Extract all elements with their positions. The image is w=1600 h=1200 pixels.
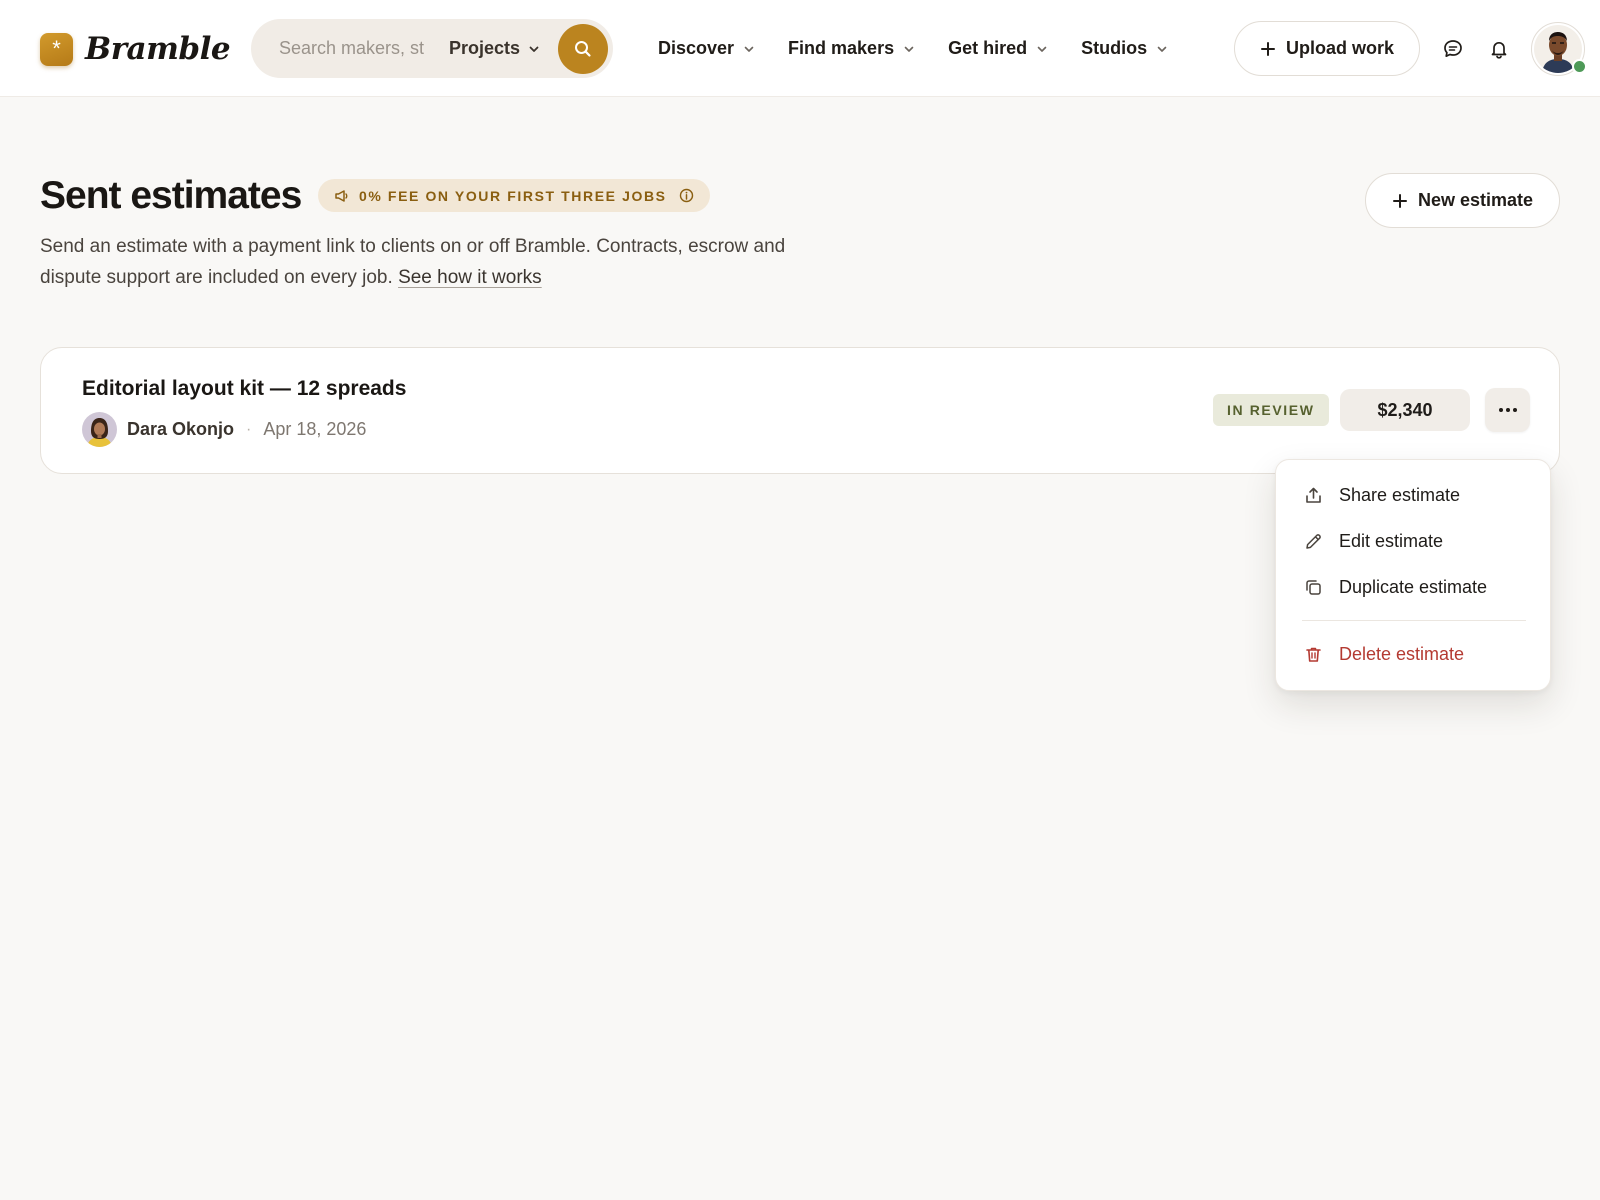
menu-item-label: Delete estimate (1339, 643, 1465, 664)
nav-label: Studios (1081, 38, 1148, 58)
promo-text: 0% FEE ON YOUR FIRST THREE JOBS (359, 187, 667, 204)
promo-badge: 0% FEE ON YOUR FIRST THREE JOBS (318, 179, 710, 212)
plus-icon (1392, 193, 1407, 208)
chevron-down-icon (1037, 46, 1047, 52)
brand-logo[interactable]: * Bramble (40, 31, 231, 67)
info-icon[interactable] (679, 188, 694, 203)
new-estimate-button[interactable]: New estimate (1365, 173, 1560, 228)
chevron-down-icon (904, 46, 914, 52)
search-icon (575, 41, 591, 57)
chat-icon (1444, 40, 1462, 58)
search-scope-label: Projects (449, 38, 521, 58)
estimate-amount: $2,340 (1340, 389, 1470, 431)
brand-name: Bramble (85, 31, 231, 67)
search-bar: Projects (251, 19, 613, 78)
nav-label: Get hired (948, 38, 1028, 58)
client-name: Dara Okonjo (127, 419, 235, 439)
chevron-down-icon (744, 46, 754, 52)
search-input[interactable] (279, 19, 424, 78)
menu-item-edit-estimate[interactable]: Edit estimate (1304, 526, 1534, 556)
nav-get-hired[interactable]: Get hired (948, 38, 1048, 59)
menu-item-share-estimate[interactable]: Share estimate (1304, 480, 1534, 510)
estimate-card[interactable]: Editorial layout kit — 12 spreads Dara O… (40, 347, 1560, 474)
estimate-meta: Dara Okonjo · Apr 18, 2026 (82, 412, 366, 447)
more-actions-button[interactable] (1485, 388, 1530, 432)
chevron-down-icon (1157, 46, 1167, 52)
more-horizontal-icon (1498, 408, 1517, 412)
nav-label: Find makers (788, 38, 895, 58)
pencil-icon (1306, 533, 1321, 549)
copy-icon (1306, 579, 1321, 595)
status-badge: IN REVIEW (1213, 394, 1329, 426)
logo-asterisk-icon: * (40, 32, 73, 66)
search-button[interactable] (558, 24, 608, 74)
search-scope-dropdown[interactable]: Projects (449, 19, 540, 78)
estimate-actions-menu: Share estimate Edit estimate Duplicate e… (1275, 459, 1551, 691)
online-status-dot (1572, 59, 1587, 74)
notifications-button[interactable] (1486, 36, 1512, 62)
menu-item-label: Share estimate (1339, 484, 1461, 505)
menu-divider (1302, 620, 1526, 621)
new-estimate-label: New estimate (1417, 190, 1534, 210)
upload-work-label: Upload work (1285, 38, 1394, 58)
plus-icon (1260, 41, 1275, 56)
chevron-down-icon (529, 46, 539, 52)
menu-item-delete-estimate[interactable]: Delete estimate (1304, 639, 1534, 669)
nav-find-makers[interactable]: Find makers (788, 38, 915, 59)
share-icon (1306, 487, 1321, 503)
menu-item-label: Edit estimate (1339, 530, 1444, 551)
top-header: * Bramble Projects Discover Find makers … (0, 0, 1600, 97)
messages-button[interactable] (1440, 36, 1466, 62)
page-description: Send an estimate with a payment link to … (40, 231, 800, 293)
bell-icon (1491, 41, 1507, 59)
upload-work-button[interactable]: Upload work (1234, 21, 1420, 76)
estimate-title: Editorial layout kit — 12 spreads (82, 377, 407, 400)
client-avatar (82, 412, 117, 447)
user-avatar[interactable] (1531, 22, 1587, 76)
nav-label: Discover (658, 38, 735, 58)
see-how-it-works-link[interactable]: See how it works (398, 267, 542, 288)
client-portrait-icon (82, 412, 117, 447)
meta-separator: · (246, 420, 252, 438)
megaphone-icon (335, 189, 348, 202)
menu-item-duplicate-estimate[interactable]: Duplicate estimate (1304, 572, 1534, 602)
menu-item-label: Duplicate estimate (1339, 576, 1488, 597)
main-nav: Discover Find makers Get hired Studios (658, 0, 1201, 97)
estimate-date: Apr 18, 2026 (263, 419, 367, 439)
nav-studios[interactable]: Studios (1081, 38, 1168, 59)
trash-icon (1306, 647, 1321, 662)
nav-discover[interactable]: Discover (658, 38, 755, 59)
page-title: Sent estimates (40, 174, 302, 217)
